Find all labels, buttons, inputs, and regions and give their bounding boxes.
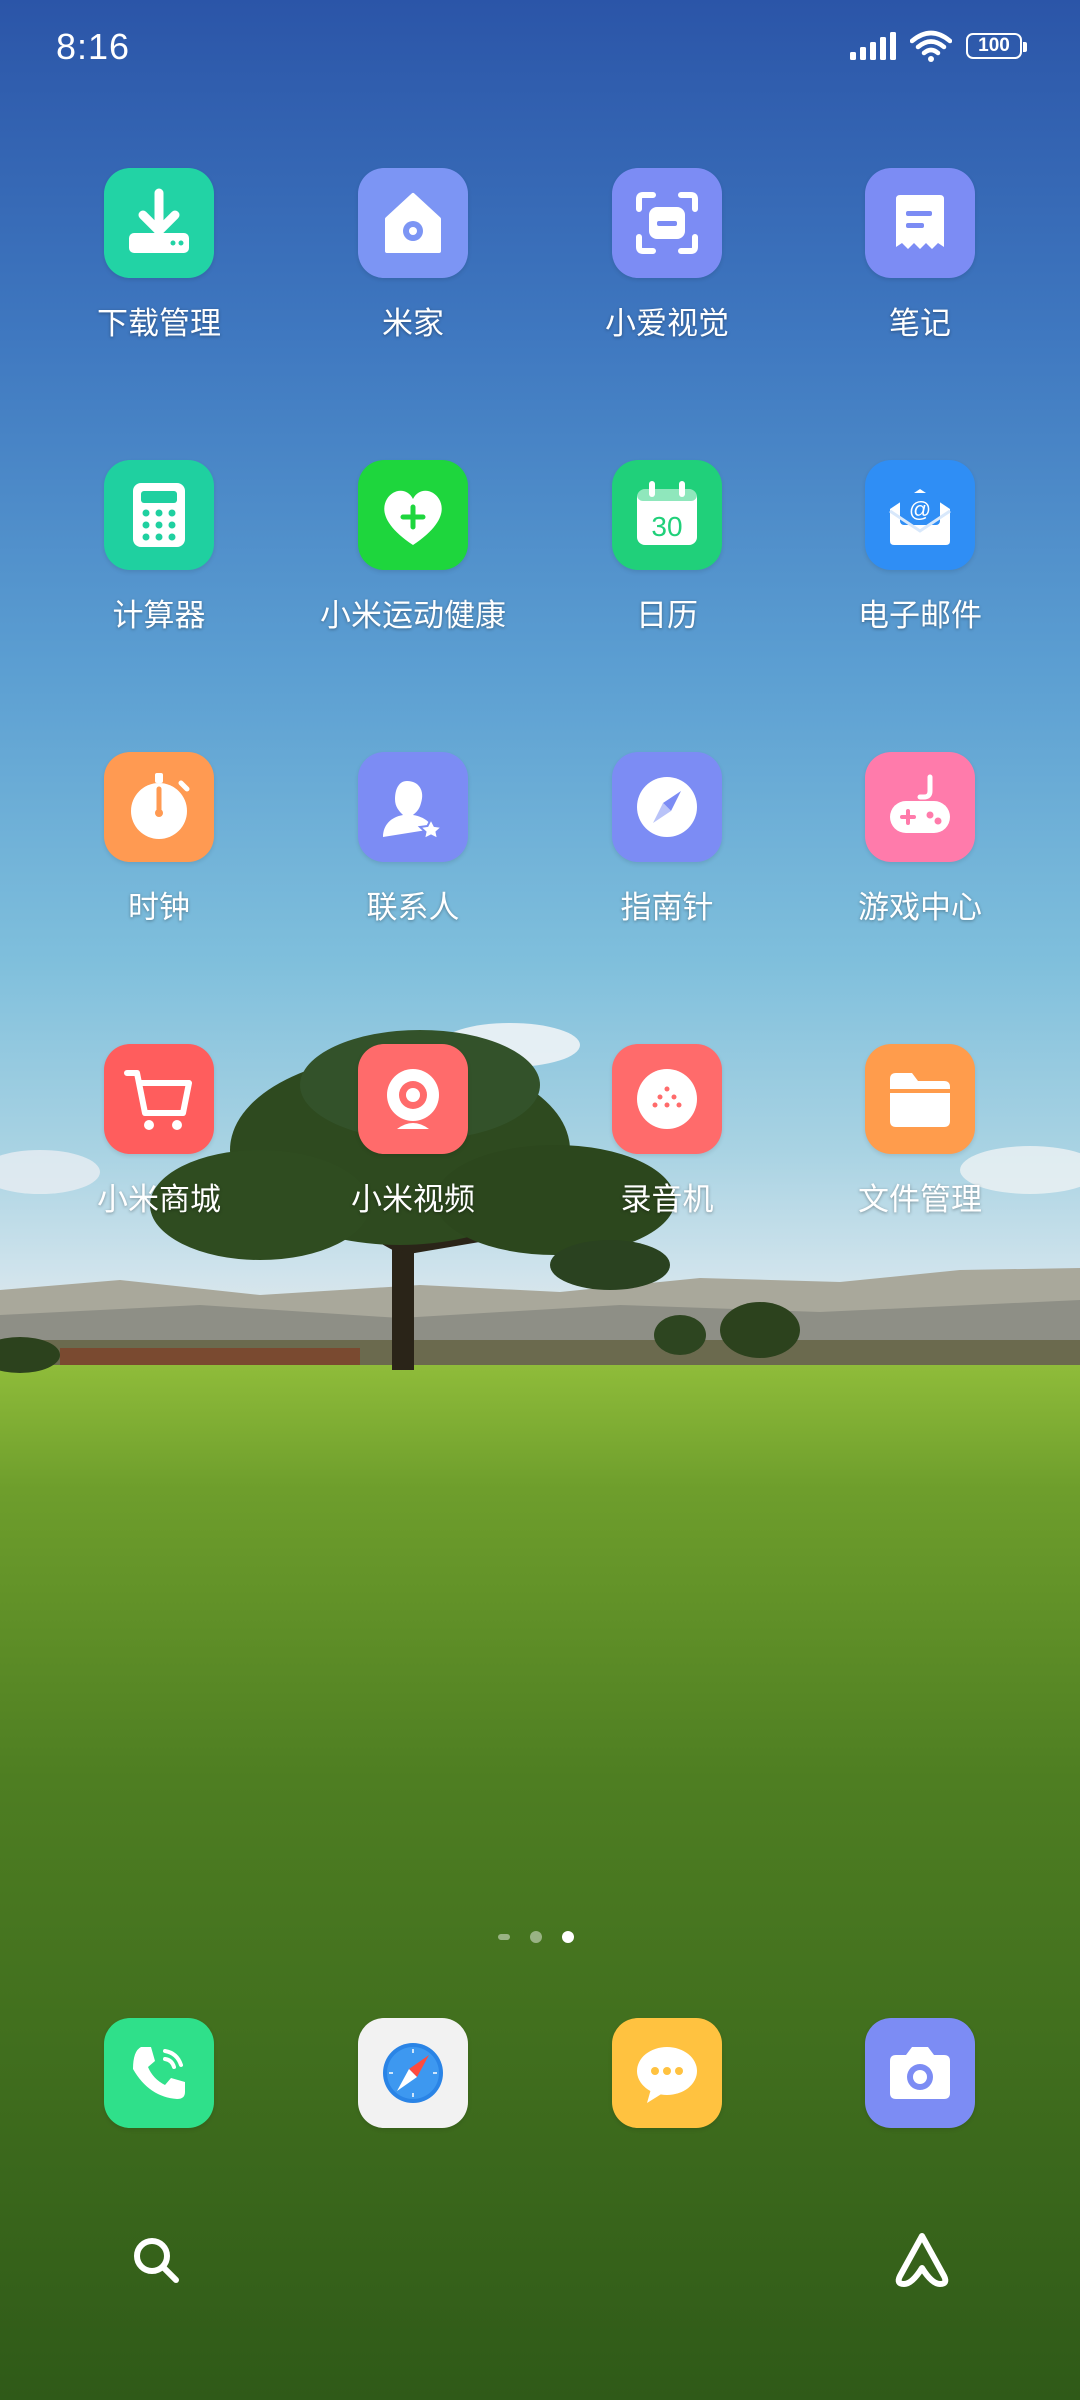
compass-icon — [612, 752, 722, 862]
app-download-manager[interactable]: 下载管理 — [49, 168, 269, 343]
app-label: 下载管理 — [97, 306, 221, 341]
app-label: 游戏中心 — [858, 890, 982, 925]
message-icon — [612, 2018, 722, 2128]
calendar-icon: 30 — [612, 460, 722, 570]
app-label: 米家 — [382, 306, 444, 341]
app-calendar[interactable]: 30 日历 — [557, 460, 777, 635]
app-mijia[interactable]: 米家 — [303, 168, 523, 343]
page-dot[interactable] — [498, 1934, 510, 1940]
home-icon — [358, 168, 468, 278]
webcam-icon — [358, 1044, 468, 1154]
assistant-icon[interactable] — [890, 2228, 954, 2292]
compass-browser-icon — [358, 2018, 468, 2128]
app-notes[interactable]: 笔记 — [810, 168, 1030, 343]
note-icon — [865, 168, 975, 278]
dock-browser[interactable] — [303, 2018, 523, 2128]
app-file-manager[interactable]: 文件管理 — [810, 1044, 1030, 1219]
search-icon[interactable] — [124, 2228, 188, 2292]
app-label: 小米商城 — [97, 1182, 221, 1217]
app-label: 小爱视觉 — [605, 306, 729, 341]
app-compass[interactable]: 指南针 — [557, 752, 777, 927]
app-mi-fitness[interactable]: 小米运动健康 — [303, 460, 523, 635]
app-email[interactable]: @ 电子邮件 — [810, 460, 1030, 635]
app-xiaoai-vision[interactable]: 小爱视觉 — [557, 168, 777, 343]
dock-messages[interactable] — [557, 2018, 777, 2128]
dock-camera[interactable] — [810, 2018, 1030, 2128]
svg-text:@: @ — [909, 497, 931, 522]
download-icon — [104, 168, 214, 278]
app-mi-video[interactable]: 小米视频 — [303, 1044, 523, 1219]
recorder-icon — [612, 1044, 722, 1154]
app-label: 指南针 — [620, 890, 714, 925]
app-label: 小米视频 — [351, 1182, 475, 1217]
stopwatch-icon — [104, 752, 214, 862]
camera-icon — [865, 2018, 975, 2128]
scan-icon — [612, 168, 722, 278]
app-label: 计算器 — [112, 598, 206, 633]
page-indicator — [498, 1931, 574, 1943]
calculator-icon — [104, 460, 214, 570]
contact-icon — [358, 752, 468, 862]
app-clock[interactable]: 时钟 — [49, 752, 269, 927]
calendar-day: 30 — [651, 511, 682, 542]
page-dot[interactable] — [530, 1931, 542, 1943]
app-recorder[interactable]: 录音机 — [557, 1044, 777, 1219]
app-label: 联系人 — [366, 890, 460, 925]
page-dot-active[interactable] — [562, 1931, 574, 1943]
mail-icon: @ — [865, 460, 975, 570]
app-contacts[interactable]: 联系人 — [303, 752, 523, 927]
app-label: 电子邮件 — [858, 598, 982, 633]
gamepad-icon — [865, 752, 975, 862]
app-game-center[interactable]: 游戏中心 — [810, 752, 1030, 927]
app-mi-store[interactable]: 小米商城 — [49, 1044, 269, 1219]
app-label: 日历 — [636, 598, 698, 633]
app-label: 笔记 — [889, 306, 951, 341]
app-label: 小米运动健康 — [320, 598, 506, 633]
cart-icon — [104, 1044, 214, 1154]
app-label: 录音机 — [620, 1182, 714, 1217]
app-label: 文件管理 — [858, 1182, 982, 1217]
phone-icon — [104, 2018, 214, 2128]
app-calculator[interactable]: 计算器 — [49, 460, 269, 635]
folder-icon — [865, 1044, 975, 1154]
app-label: 时钟 — [128, 890, 190, 925]
heart-plus-icon — [358, 460, 468, 570]
dock-phone[interactable] — [49, 2018, 269, 2128]
